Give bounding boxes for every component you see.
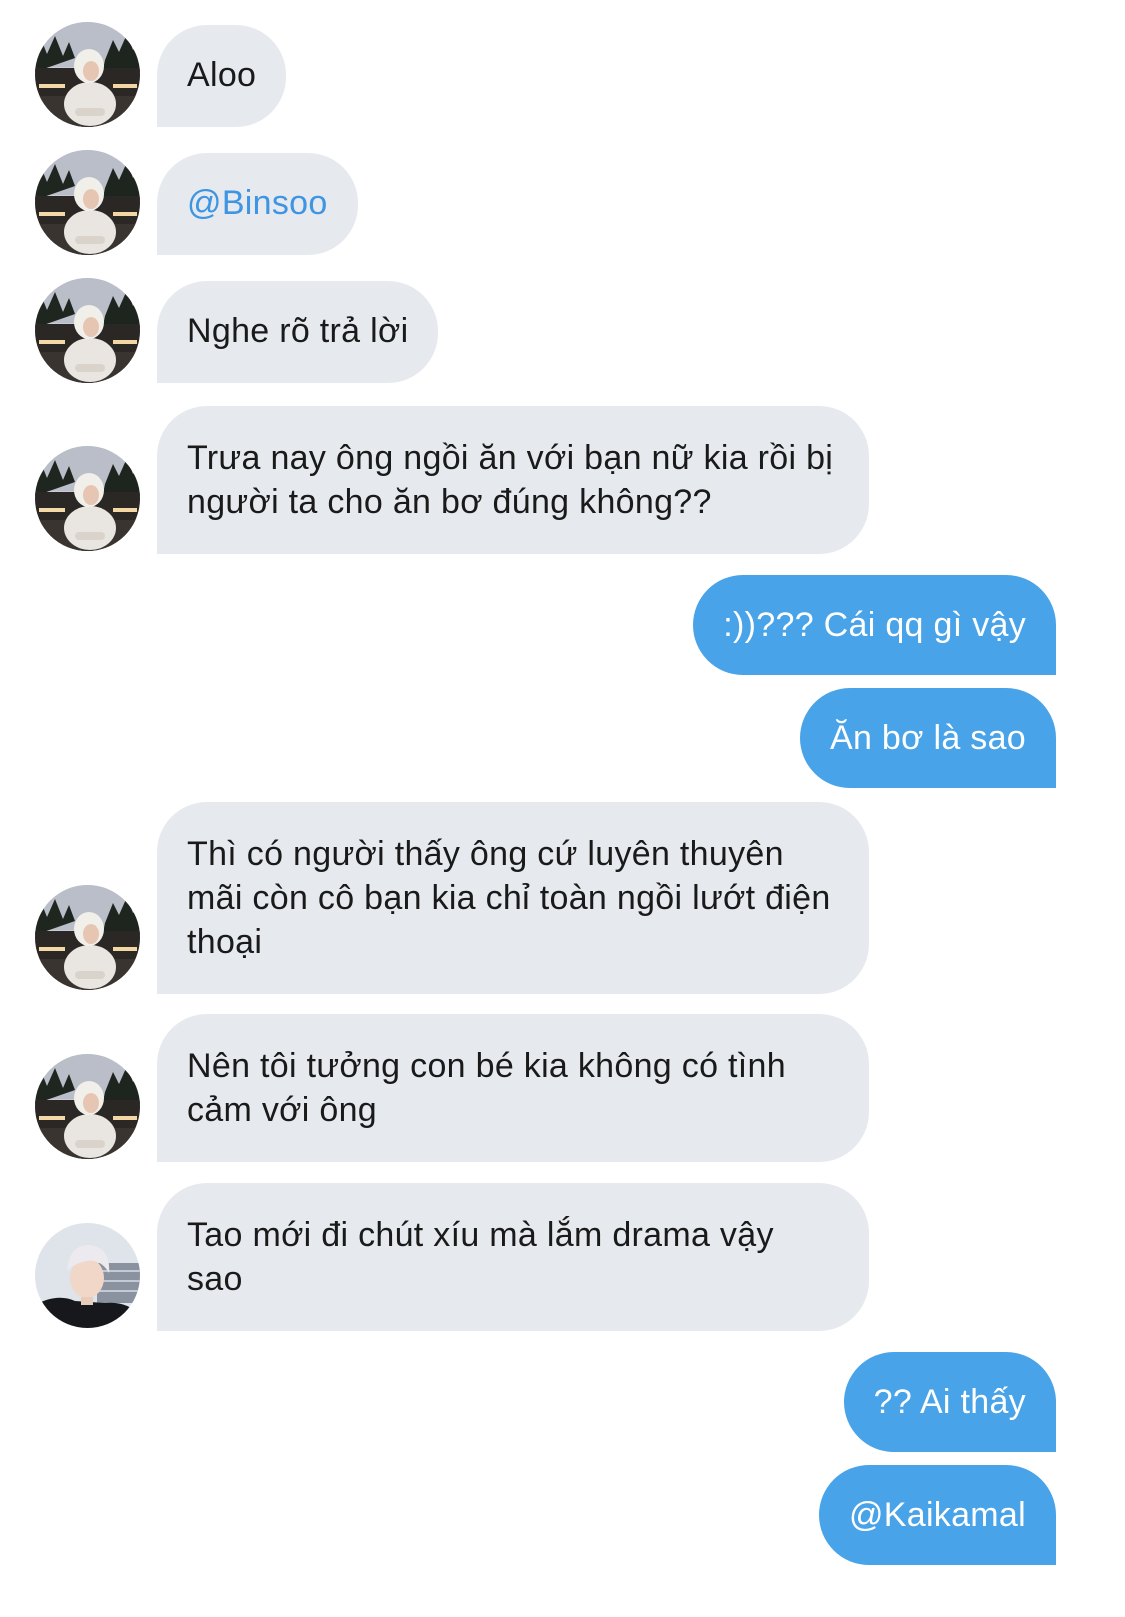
girl-avatar[interactable] (35, 278, 140, 383)
outgoing-message-bubble[interactable]: Ăn bơ là sao (799, 688, 1056, 788)
incoming-message-bubble[interactable]: Tao mới đi chút xíu mà lắm drama vậy sao (157, 1183, 869, 1331)
mention-link[interactable]: @Kaikamal (849, 1496, 1026, 1534)
incoming-message-bubble[interactable]: Nên tôi tưởng con bé kia không có tình c… (157, 1014, 869, 1162)
girl-avatar[interactable] (35, 150, 140, 255)
message-text: Trưa nay ông ngồi ăn với bạn nữ kia rồi … (187, 439, 834, 521)
girl-avatar[interactable] (35, 885, 140, 990)
incoming-message-bubble[interactable]: Thì có người thấy ông cứ luyên thuyên mã… (157, 802, 869, 994)
message-text: Tao mới đi chút xíu mà lắm drama vậy sao (187, 1216, 774, 1298)
message-text: Ăn bơ là sao (829, 719, 1026, 757)
incoming-message-bubble[interactable]: Trưa nay ông ngồi ăn với bạn nữ kia rồi … (157, 406, 869, 554)
mention-link[interactable]: @Binsoo (187, 184, 328, 222)
girl-avatar[interactable] (35, 1054, 140, 1159)
girl-avatar[interactable] (35, 22, 140, 127)
message-text: Nên tôi tưởng con bé kia không có tình c… (187, 1047, 786, 1129)
incoming-message-bubble[interactable]: Nghe rõ trả lời (157, 281, 439, 383)
boy-avatar[interactable] (35, 1223, 140, 1328)
outgoing-message-bubble[interactable]: ?? Ai thấy (843, 1352, 1056, 1452)
outgoing-message-bubble[interactable]: @Kaikamal (818, 1465, 1056, 1565)
message-text: Thì có người thấy ông cứ luyên thuyên mã… (187, 835, 831, 961)
message-text: Nghe rõ trả lời (187, 312, 409, 350)
message-text: :))??? Cái qq gì vậy (723, 606, 1026, 644)
message-text: Aloo (187, 56, 257, 94)
girl-avatar[interactable] (35, 446, 140, 551)
outgoing-message-bubble[interactable]: :))??? Cái qq gì vậy (693, 575, 1056, 675)
incoming-message-bubble[interactable]: @Binsoo (157, 153, 358, 255)
incoming-message-bubble[interactable]: Aloo (157, 25, 287, 127)
message-text: ?? Ai thấy (873, 1383, 1026, 1421)
